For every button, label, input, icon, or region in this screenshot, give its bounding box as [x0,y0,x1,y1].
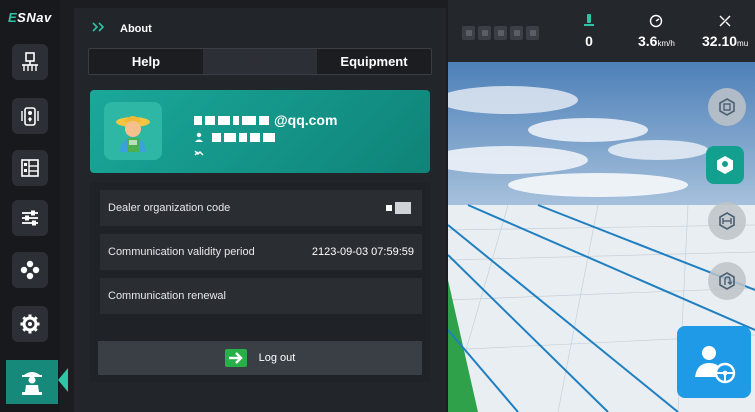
field-map-button[interactable] [706,146,744,184]
area-icon [719,15,731,27]
row-validity-period[interactable]: Communication validity period 2123-09-03… [100,234,422,270]
row-dealer-code[interactable]: Dealer organization code [100,190,422,226]
username-row [194,132,278,142]
masked-text [259,115,269,125]
about-panel: About Help Me Equipment @qq.com Dealer o… [74,8,446,412]
masked-text [250,132,260,142]
masked-text [263,132,275,142]
tab-help[interactable]: Help [89,49,203,74]
row-label: Dealer organization code [108,202,231,214]
farmer-about-icon [22,372,42,395]
double-chevron-icon[interactable] [92,22,108,32]
email-text: @qq.com [274,112,338,128]
speed-stat: 3.6km/h [638,14,675,51]
masked-text [242,115,256,125]
masked-text [212,132,221,142]
status-bar: 0 3.6km/h 32.10mu [448,0,755,62]
masked-text [239,132,247,142]
sidebar-item-field[interactable] [12,150,48,186]
indicator-dot [510,26,523,40]
panel-header: About [74,8,446,46]
sidebar-item-receiver[interactable] [12,98,48,134]
app-window: ESNav About Help Me Equipment @qq.com De… [0,0,755,412]
field-map-icon [717,156,733,174]
row-value: 2123-09-03 07:59:59 [311,246,414,258]
sidebar-item-about[interactable] [6,360,58,404]
masked-text [218,115,230,125]
masked-code [386,202,414,214]
area-stat: 32.10mu [702,14,748,51]
satellite-stat: 0 [584,14,594,49]
user-icon [195,132,203,142]
speedometer-icon [650,14,663,28]
farmer-avatar-icon [116,116,150,152]
width-icon [719,212,735,230]
indicator-dot [478,26,491,40]
sidebar-item-hydraulic[interactable] [12,252,48,288]
settings-gear-icon [20,314,40,334]
indicator-dot [526,26,539,40]
active-indicator-arrow [58,368,68,392]
signal-indicators [462,26,542,40]
record-icon [719,98,735,116]
auto-steer-button[interactable] [677,326,751,398]
masked-text [224,132,236,142]
record-button[interactable] [708,88,746,126]
hydraulic-icon [20,260,40,280]
masked-text [233,115,239,125]
handshake-icon [194,150,204,156]
receiver-icon [21,107,39,126]
implement-width-button[interactable] [708,202,746,240]
indicator-dot [462,26,475,40]
row-label: Communication validity period [108,246,255,258]
field-grid-icon [21,159,39,177]
u-turn-button[interactable] [708,262,746,300]
sidebar-item-implement[interactable] [12,44,48,80]
u-turn-icon [719,272,735,290]
masked-text [194,115,202,125]
logout-arrow-icon [224,349,247,367]
avatar [104,102,162,160]
tab-bar: Help Me Equipment [88,48,432,75]
app-logo: ESNav [8,10,52,25]
row-label: Communication renewal [108,290,226,302]
role-row [194,148,212,158]
logout-label: Log out [258,352,296,364]
sliders-icon [22,210,38,226]
tab-me[interactable]: Me [203,49,317,74]
sidebar-item-adjustments[interactable] [12,200,48,236]
steering-user-icon [695,346,736,384]
satellite-icon [584,14,594,26]
row-renewal[interactable]: Communication renewal [100,278,422,314]
implement-icon [22,52,38,71]
logout-button[interactable]: Log out [98,341,422,375]
email-row: @qq.com [194,112,337,128]
profile-card: @qq.com [90,90,430,173]
page-title: About [120,23,152,35]
tab-equipment[interactable]: Equipment [317,49,431,74]
sidebar-item-settings[interactable] [12,306,48,342]
indicator-dot [494,26,507,40]
masked-text [205,115,215,125]
sidebar: ESNav [0,0,68,412]
